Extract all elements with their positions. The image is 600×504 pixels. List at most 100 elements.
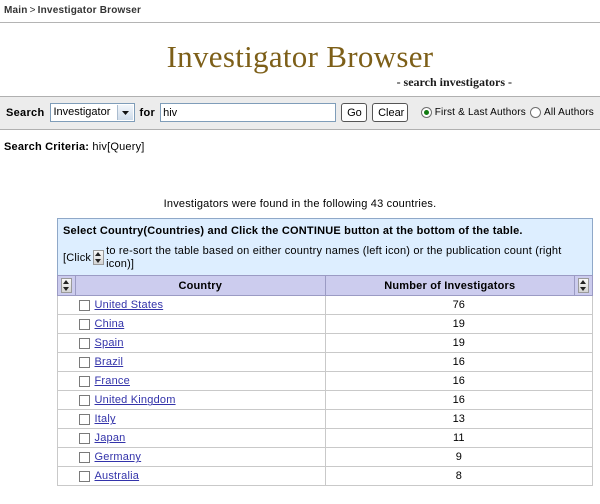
country-cell: United Kingdom xyxy=(75,390,326,411)
breadcrumb: Main > Investigator Browser xyxy=(0,0,600,23)
sort-count-header[interactable] xyxy=(574,275,593,297)
radio-icon-all-authors[interactable] xyxy=(529,107,541,119)
row-spacer-left xyxy=(57,447,76,468)
search-criteria: Search Criteria: hiv[Query] xyxy=(0,130,600,153)
country-checkbox[interactable] xyxy=(78,375,90,387)
country-checkbox[interactable] xyxy=(78,299,90,311)
country-checkbox[interactable] xyxy=(78,318,90,330)
country-cell: United States xyxy=(75,295,326,316)
country-link[interactable]: United Kingdom xyxy=(95,394,176,406)
row-spacer-left xyxy=(57,466,76,487)
country-link[interactable]: Spain xyxy=(95,337,124,349)
country-checkbox[interactable] xyxy=(78,413,90,425)
breadcrumb-link-main[interactable]: Main xyxy=(4,5,28,16)
country-cell: China xyxy=(75,314,326,335)
row-spacer-left xyxy=(57,390,76,411)
country-cell: Germany xyxy=(75,447,326,468)
investigator-count-cell: 16 xyxy=(324,371,593,392)
investigator-count-cell: 19 xyxy=(324,314,593,335)
go-button[interactable]: Go xyxy=(341,103,368,123)
investigator-count-cell: 11 xyxy=(324,428,593,449)
search-criteria-value: hiv[Query] xyxy=(92,140,145,153)
instructions-line-2-prefix: [Click xyxy=(63,251,92,264)
country-link[interactable]: Australia xyxy=(95,470,140,482)
country-cell: France xyxy=(75,371,326,392)
sort-icon[interactable] xyxy=(93,250,105,266)
investigator-count-cell: 16 xyxy=(324,390,593,411)
column-header-country[interactable]: Country xyxy=(75,275,326,297)
page-subtitle: - search investigators - xyxy=(396,74,512,89)
instructions-line-2: [Click to re-sort the table based on eit… xyxy=(63,245,587,270)
investigator-count-cell: 16 xyxy=(324,352,593,373)
country-cell: Brazil xyxy=(75,352,326,373)
search-type-value: Investigator xyxy=(53,106,111,119)
table-body: United States 76 China 19 Spain 19 Brazil 16 Fra… xyxy=(57,295,593,487)
radio-first-last-authors[interactable]: First & Last Authors xyxy=(420,107,526,119)
country-link[interactable]: Germany xyxy=(95,451,142,463)
table-row: France 16 xyxy=(57,371,593,392)
radio-label-all-authors: All Authors xyxy=(543,107,594,119)
country-link[interactable]: Brazil xyxy=(95,356,124,368)
sort-icon-country[interactable] xyxy=(61,278,72,294)
row-spacer-left xyxy=(57,428,76,449)
table-instructions: Select Country(Countries) and Click the … xyxy=(57,217,593,276)
row-spacer-left xyxy=(57,295,76,316)
country-cell: Spain xyxy=(75,333,326,354)
results-panel: Select Country(Countries) and Click the … xyxy=(57,217,593,487)
country-link[interactable]: Japan xyxy=(95,432,126,444)
row-spacer-left xyxy=(57,371,76,392)
search-label: Search xyxy=(6,106,45,119)
author-scope-radio-group: First & Last Authors All Authors xyxy=(420,107,594,119)
chevron-down-icon[interactable] xyxy=(116,105,133,121)
row-spacer-left xyxy=(57,409,76,430)
country-checkbox[interactable] xyxy=(78,356,90,368)
clear-button[interactable]: Clear xyxy=(372,103,408,123)
radio-icon-first-last-authors[interactable] xyxy=(420,107,432,119)
country-checkbox[interactable] xyxy=(78,470,90,482)
country-checkbox[interactable] xyxy=(78,337,90,349)
row-spacer-left xyxy=(57,352,76,373)
column-header-count[interactable]: Number of Investigators xyxy=(324,275,575,297)
country-cell: Australia xyxy=(75,466,326,487)
country-cell: Italy xyxy=(75,409,326,430)
country-checkbox[interactable] xyxy=(78,394,90,406)
search-toolbar: Search Investigator for Go Clear First &… xyxy=(0,95,600,130)
investigator-count-cell: 8 xyxy=(324,466,593,487)
table-row: Germany 9 xyxy=(57,447,593,468)
row-spacer-left xyxy=(57,333,76,354)
results-summary: Investigators were found in the followin… xyxy=(163,197,437,210)
sort-icon-count[interactable] xyxy=(578,278,589,294)
sort-country-header[interactable] xyxy=(57,275,76,297)
country-checkbox[interactable] xyxy=(78,432,90,444)
table-header-row: Country Number of Investigators xyxy=(57,275,593,297)
table-row: Italy 13 xyxy=(57,409,593,430)
instructions-line-2-suffix: to re-sort the table based on either cou… xyxy=(106,245,562,270)
investigator-count-cell: 9 xyxy=(324,447,593,468)
countries-table: Country Number of Investigators United S… xyxy=(57,275,593,487)
country-cell: Japan xyxy=(75,428,326,449)
country-link[interactable]: Italy xyxy=(95,413,116,425)
for-label: for xyxy=(139,106,156,119)
country-link[interactable]: France xyxy=(95,375,130,387)
investigator-count-cell: 19 xyxy=(324,333,593,354)
country-checkbox[interactable] xyxy=(78,451,90,463)
table-row: Japan 11 xyxy=(57,428,593,449)
row-spacer-left xyxy=(57,314,76,335)
table-row: United States 76 xyxy=(57,295,593,316)
investigator-count-cell: 76 xyxy=(324,295,593,316)
country-link[interactable]: China xyxy=(95,318,125,330)
breadcrumb-separator: > xyxy=(29,5,36,16)
page-title: Investigator Browser xyxy=(166,39,434,74)
page-header: Investigator Browser - search investigat… xyxy=(0,23,600,96)
radio-all-authors[interactable]: All Authors xyxy=(529,107,594,119)
table-row: Brazil 16 xyxy=(57,352,593,373)
table-row: Spain 19 xyxy=(57,333,593,354)
country-link[interactable]: United States xyxy=(95,299,164,311)
table-row: Australia 8 xyxy=(57,466,593,487)
breadcrumb-current: Investigator Browser xyxy=(37,5,142,16)
instructions-line-1: Select Country(Countries) and Click the … xyxy=(63,224,523,237)
table-row: China 19 xyxy=(57,314,593,335)
search-type-select[interactable]: Investigator xyxy=(49,103,135,123)
search-criteria-label: Search Criteria: xyxy=(4,140,90,153)
search-input[interactable] xyxy=(160,103,337,123)
